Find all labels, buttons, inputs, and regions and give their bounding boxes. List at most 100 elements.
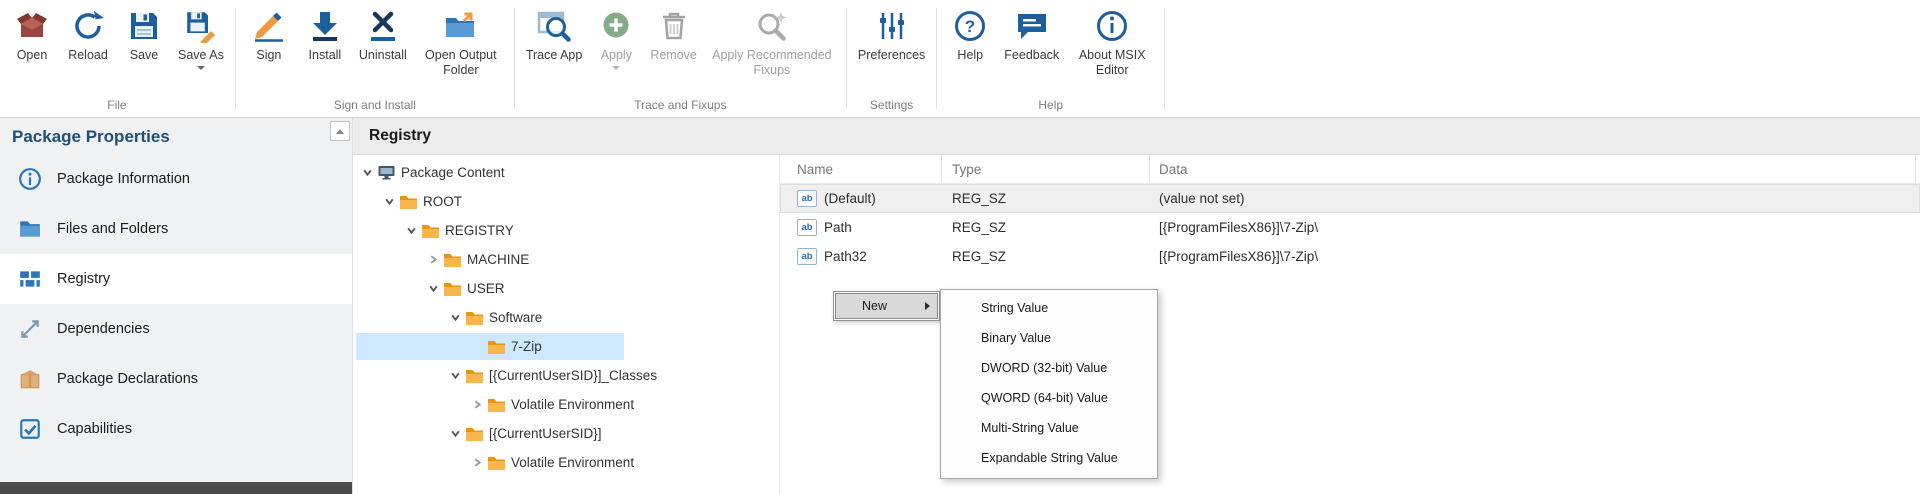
ribbon-toolbar: Open Reload Save Save As File — [0, 0, 1920, 118]
open-output-folder-button[interactable]: Open Output Folder — [413, 4, 509, 97]
sidebar-item-package-information[interactable]: Package Information — [0, 154, 352, 204]
sidebar-item-label: Package Declarations — [57, 371, 198, 387]
save-as-button[interactable]: Save As — [172, 4, 230, 97]
tree-label: Package Content — [401, 165, 505, 180]
value-type: REG_SZ — [942, 220, 1150, 235]
apply-recommended-fixups-button[interactable]: Apply Recommended Fixups — [703, 4, 841, 97]
sidebar-bottom-strip — [0, 482, 352, 494]
about-msix-editor-button[interactable]: About MSIX Editor — [1065, 4, 1159, 97]
value-data: [{ProgramFilesX86}]\7-Zip\ — [1150, 249, 1920, 264]
uninstall-button[interactable]: Uninstall — [353, 4, 413, 97]
tree-item-registry[interactable]: REGISTRY — [353, 216, 779, 245]
feedback-button[interactable]: Feedback — [998, 4, 1065, 97]
triangle-up-icon — [336, 129, 344, 134]
submenu-item-binary-value[interactable]: Binary Value — [943, 323, 1155, 353]
sidebar-item-dependencies[interactable]: Dependencies — [0, 304, 352, 354]
preferences-button[interactable]: Preferences — [852, 4, 931, 97]
save-as-icon — [184, 9, 218, 43]
tree-item-user[interactable]: USER — [353, 274, 779, 303]
submenu-item-multi-string-value[interactable]: Multi-String Value — [943, 413, 1155, 443]
chevron-down-icon[interactable] — [359, 165, 375, 181]
submenu-item-string-value[interactable]: String Value — [943, 293, 1155, 323]
button-label: Open — [17, 48, 48, 63]
sign-button[interactable]: Sign — [241, 4, 297, 97]
trace-app-button[interactable]: Trace App — [520, 4, 589, 97]
chevron-down-icon[interactable] — [403, 223, 419, 239]
open-icon — [15, 9, 49, 43]
registry-value-row-path[interactable]: ab Path REG_SZ [{ProgramFilesX86}]\7-Zip… — [780, 213, 1920, 242]
value-type: REG_SZ — [942, 249, 1150, 264]
save-button[interactable]: Save — [116, 4, 172, 97]
tree-item-7-zip[interactable]: 7-Zip — [353, 332, 779, 361]
tree-item-software[interactable]: Software — [353, 303, 779, 332]
submenu-item-qword-value[interactable]: QWORD (64-bit) Value — [943, 383, 1155, 413]
chevron-down-icon[interactable] — [447, 368, 463, 384]
chevron-down-icon[interactable] — [197, 66, 205, 70]
apply-button[interactable]: Apply — [588, 4, 644, 97]
chevron-down-icon[interactable] — [447, 310, 463, 326]
sidebar-item-label: Dependencies — [57, 321, 150, 337]
button-label: Apply Recommended Fixups — [709, 48, 835, 78]
value-type: REG_SZ — [942, 191, 1150, 206]
info-icon — [18, 167, 42, 191]
value-data: (value not set) — [1150, 191, 1920, 206]
tree-item-root[interactable]: ROOT — [353, 187, 779, 216]
submenu-item-dword-value[interactable]: DWORD (32-bit) Value — [943, 353, 1155, 383]
tree-item-package-content[interactable]: Package Content — [353, 158, 779, 187]
svg-text:?: ? — [965, 17, 975, 36]
chevron-right-icon[interactable] — [469, 397, 485, 413]
chevron-right-icon[interactable] — [469, 455, 485, 471]
ribbon-group-label: Sign and Install — [241, 97, 509, 117]
tree-item-volatile-environment-1[interactable]: Volatile Environment — [353, 390, 779, 419]
ribbon-separator — [514, 8, 515, 109]
registry-value-row-default[interactable]: ab (Default) REG_SZ (value not set) — [780, 184, 1920, 213]
folder-icon — [18, 217, 42, 241]
install-button[interactable]: Install — [297, 4, 353, 97]
button-label: Uninstall — [359, 48, 407, 63]
tree-item-currentusersid-classes[interactable]: [{CurrentUserSID}]_Classes — [353, 361, 779, 390]
help-button[interactable]: ? Help — [942, 4, 998, 97]
sidebar-title: Package Properties — [0, 118, 352, 154]
sidebar-item-label: Package Information — [57, 171, 190, 187]
new-value-submenu: String Value Binary Value DWORD (32-bit)… — [940, 289, 1158, 479]
open-button[interactable]: Open — [4, 4, 60, 97]
page-title: Registry — [353, 118, 1920, 155]
submenu-item-expandable-string-value[interactable]: Expandable String Value — [943, 443, 1155, 473]
sidebar-item-registry[interactable]: Registry — [0, 254, 352, 304]
registry-icon — [18, 267, 42, 291]
sidebar-item-package-declarations[interactable]: Package Declarations — [0, 354, 352, 404]
chevron-down-icon[interactable] — [425, 281, 441, 297]
folder-icon — [443, 281, 462, 297]
tree-item-volatile-environment-2[interactable]: Volatile Environment — [353, 448, 779, 477]
tree-item-machine[interactable]: MACHINE — [353, 245, 779, 274]
chevron-down-icon — [612, 66, 620, 70]
value-name: Path — [824, 220, 852, 235]
column-header-type[interactable]: Type — [942, 155, 1150, 183]
sidebar-item-files-and-folders[interactable]: Files and Folders — [0, 204, 352, 254]
button-label: Reload — [68, 48, 108, 63]
registry-value-row-path32[interactable]: ab Path32 REG_SZ [{ProgramFilesX86}]\7-Z… — [780, 242, 1920, 271]
folder-icon — [399, 194, 418, 210]
remove-button[interactable]: Remove — [644, 4, 703, 97]
string-value-icon: ab — [797, 248, 817, 265]
chevron-right-icon[interactable] — [425, 252, 441, 268]
menu-item-label: New — [862, 299, 887, 313]
tree-item-currentusersid[interactable]: [{CurrentUserSID}] — [353, 419, 779, 448]
tree-label: USER — [467, 281, 505, 296]
reload-button[interactable]: Reload — [60, 4, 116, 97]
column-header-name[interactable]: Name — [780, 155, 942, 183]
sidebar-scroll-up-button[interactable] — [330, 121, 350, 141]
sidebar-item-capabilities[interactable]: Capabilities — [0, 404, 352, 454]
chevron-down-icon[interactable] — [381, 194, 397, 210]
value-name: (Default) — [824, 191, 876, 206]
tree-label: Volatile Environment — [511, 455, 634, 470]
button-label: Remove — [650, 48, 697, 63]
reload-icon — [71, 9, 105, 43]
chevron-down-icon[interactable] — [447, 426, 463, 442]
context-menu-item-new[interactable]: New — [835, 293, 938, 319]
button-label: About MSIX Editor — [1071, 48, 1153, 78]
ribbon-group-label: Help — [942, 97, 1159, 117]
column-header-data[interactable]: Data — [1150, 155, 1916, 183]
button-label: Install — [309, 48, 342, 63]
ribbon-separator — [846, 8, 847, 109]
